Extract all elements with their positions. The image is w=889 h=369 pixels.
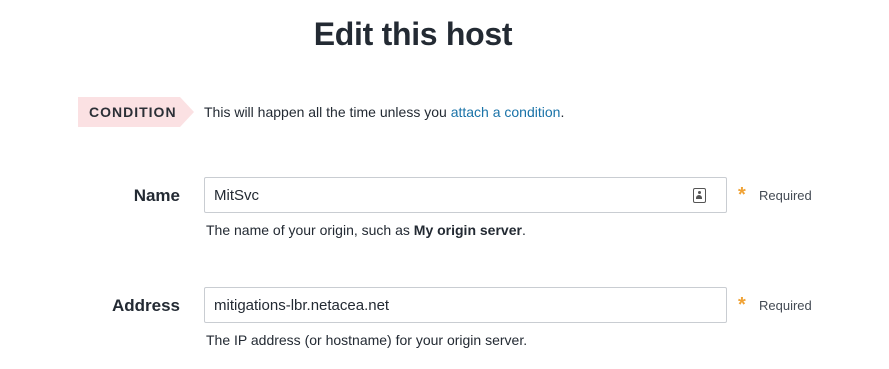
condition-text-after: .	[560, 104, 565, 120]
name-label: Name	[133, 186, 180, 205]
contact-card-icon[interactable]	[693, 188, 706, 203]
address-required-label: Required	[759, 298, 812, 313]
page-title: Edit this host	[313, 16, 513, 52]
name-help-text: The name of your origin, such as My orig…	[206, 222, 526, 238]
name-help-before: The name of your origin, such as	[206, 222, 414, 238]
address-input[interactable]	[204, 287, 727, 323]
required-star-icon: *	[738, 184, 746, 206]
name-help-example: My origin server	[413, 222, 522, 238]
address-help-text: The IP address (or hostname) for your or…	[206, 332, 528, 348]
condition-description: This will happen all the time unless you…	[204, 104, 564, 120]
condition-row: CONDITION This will happen all the time …	[78, 97, 564, 127]
attach-condition-link[interactable]: attach a condition	[451, 104, 561, 120]
name-input[interactable]	[204, 177, 727, 213]
required-star-icon: *	[738, 294, 746, 316]
condition-text-before: This will happen all the time unless you	[204, 104, 451, 120]
address-label: Address	[111, 296, 180, 315]
name-required-label: Required	[759, 188, 812, 203]
name-help-after: .	[521, 222, 526, 238]
condition-badge: CONDITION	[78, 97, 194, 127]
